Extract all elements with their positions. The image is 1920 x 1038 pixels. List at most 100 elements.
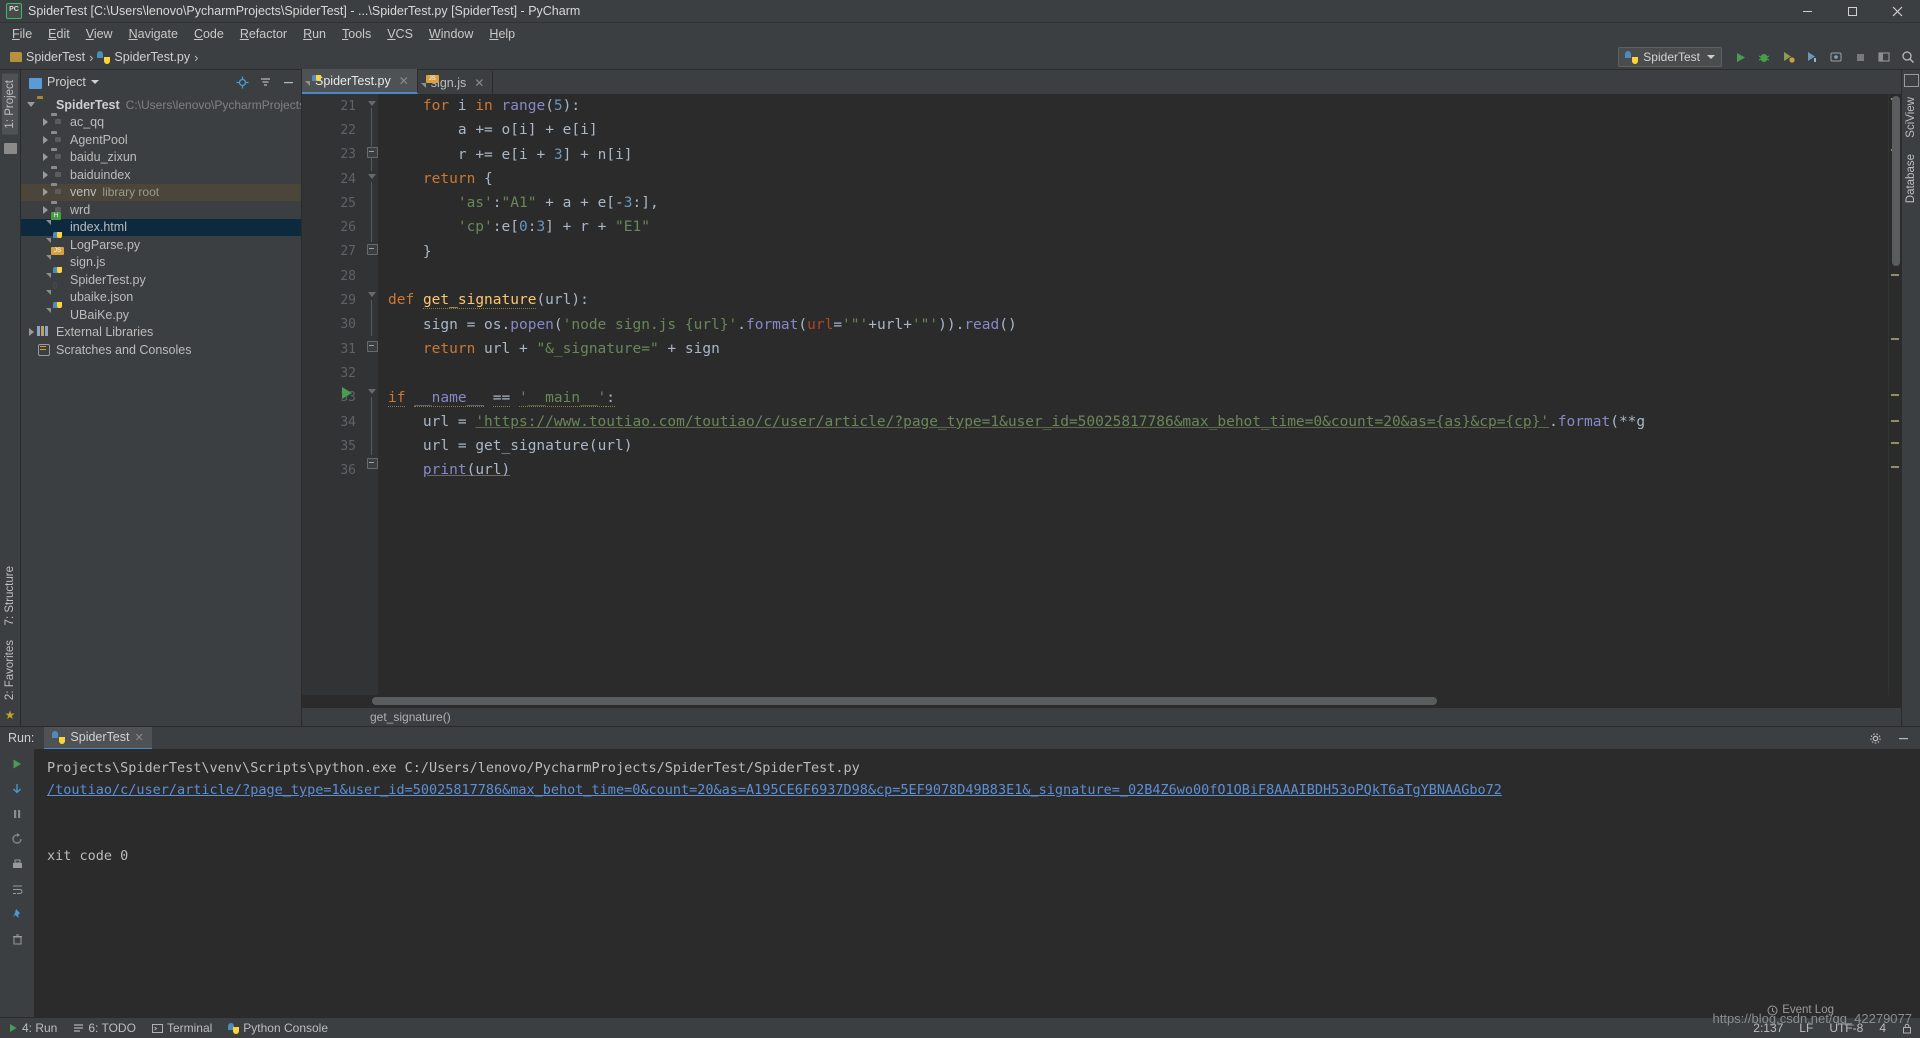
close-icon[interactable]: ✕: [134, 731, 143, 744]
tree-item-ubaike-py[interactable]: UBaiKe.py: [21, 301, 301, 324]
code-editor[interactable]: 21 22 23 24 25 26 27 28 29 30 31 32 33 34 35 36: [302, 94, 1901, 695]
chevron-down-icon[interactable]: [25, 96, 37, 113]
project-tree[interactable]: SpiderTest C:\Users\lenovo\PycharmProject…: [21, 94, 301, 726]
pause-icon[interactable]: [7, 805, 27, 823]
pin-icon[interactable]: [7, 905, 27, 923]
fold-arrow-icon[interactable]: [367, 174, 376, 179]
trash-icon[interactable]: [7, 930, 27, 948]
code-line-21[interactable]: for i in range(5):: [378, 94, 1888, 118]
tree-item-ac-qq[interactable]: ac_qq: [21, 114, 301, 132]
fold-arrow-icon[interactable]: [367, 101, 376, 106]
run-configuration-selector[interactable]: SpiderTest: [1618, 47, 1722, 67]
search-icon[interactable]: [1897, 47, 1919, 67]
code-line-32[interactable]: [378, 361, 1888, 385]
minimize-button[interactable]: [1785, 0, 1830, 22]
fold-marker-icon[interactable]: [367, 147, 378, 158]
close-button[interactable]: [1875, 0, 1920, 22]
code-line-30[interactable]: sign = os.popen('node sign.js {url}'.for…: [378, 313, 1888, 337]
tree-item-baidu-zixun[interactable]: baidu_zixun: [21, 149, 301, 167]
chevron-right-icon[interactable]: [39, 166, 51, 183]
fold-marker-icon[interactable]: [367, 244, 378, 255]
print-icon[interactable]: [7, 855, 27, 873]
horizontal-scrollbar-track[interactable]: [302, 695, 1901, 707]
run-tab-spidertest[interactable]: SpiderTest ✕: [44, 726, 152, 750]
menu-item-view[interactable]: View: [78, 25, 121, 43]
stop-icon[interactable]: [1849, 47, 1871, 67]
menu-item-edit[interactable]: Edit: [40, 25, 78, 43]
sidebar-tab-project[interactable]: 1: Project: [2, 74, 18, 135]
close-icon[interactable]: ✕: [399, 74, 409, 88]
code-content[interactable]: for i in range(5): a += o[i] + e[i] r +=…: [378, 94, 1888, 695]
gear-icon[interactable]: [1866, 729, 1884, 747]
tree-item-agentpool[interactable]: AgentPool: [21, 131, 301, 149]
status-todo-button[interactable]: 6: TODO: [65, 1021, 144, 1035]
tree-item-spidertest-py[interactable]: SpiderTest.py: [21, 266, 301, 289]
editor-status-breadcrumb[interactable]: get_signature(): [302, 707, 1901, 726]
code-line-31[interactable]: return url + "&_signature=" + sign: [378, 337, 1888, 361]
status-run-button[interactable]: 4: Run: [0, 1021, 65, 1035]
sidebar-tab-structure[interactable]: 7: Structure: [2, 560, 18, 631]
fold-marker-icon[interactable]: [367, 341, 378, 352]
menu-item-refactor[interactable]: Refactor: [232, 25, 295, 43]
close-icon[interactable]: ✕: [474, 76, 484, 90]
code-line-28[interactable]: [378, 264, 1888, 288]
attach-icon[interactable]: [1825, 47, 1847, 67]
folder-icon[interactable]: [3, 142, 17, 154]
hide-panel-icon[interactable]: [279, 73, 297, 91]
menu-item-tools[interactable]: Tools: [334, 25, 379, 43]
status-terminal-button[interactable]: Terminal: [144, 1021, 220, 1035]
code-line-23[interactable]: r += e[i + 3] + n[i]: [378, 143, 1888, 167]
scroll-down-icon[interactable]: [7, 780, 27, 798]
breadcrumb-file[interactable]: SpiderTest.py: [93, 50, 194, 64]
tree-item-baiduindex[interactable]: baiduindex: [21, 166, 301, 184]
tree-item-spidertest[interactable]: SpiderTest C:\Users\lenovo\PycharmProject…: [21, 96, 301, 114]
menu-item-window[interactable]: Window: [421, 25, 481, 43]
layout-icon[interactable]: [1873, 47, 1895, 67]
status-python-console-button[interactable]: Python Console: [220, 1021, 336, 1035]
editor-tab-sign-js[interactable]: JS sign.js ✕: [417, 71, 494, 94]
code-line-35[interactable]: url = get_signature(url): [378, 434, 1888, 458]
tree-item-venv[interactable]: venv library root: [21, 183, 301, 201]
run-icon[interactable]: [1729, 47, 1751, 67]
profile-icon[interactable]: [1801, 47, 1823, 67]
fold-gutter[interactable]: [342, 94, 378, 695]
grid-icon[interactable]: [1903, 74, 1919, 87]
debug-icon[interactable]: [1753, 47, 1775, 67]
locate-icon[interactable]: [233, 73, 251, 91]
run-console-output[interactable]: Projects\SpiderTest\venv\Scripts\python.…: [35, 749, 1920, 1017]
collapse-all-icon[interactable]: [256, 73, 274, 91]
menu-item-run[interactable]: Run: [295, 25, 334, 43]
fold-arrow-icon[interactable]: [367, 389, 376, 394]
code-line-25[interactable]: 'as':"A1" + a + e[-3:],: [378, 191, 1888, 215]
tree-item-ubaike-json[interactable]: {} ubaike.json: [21, 283, 301, 307]
chevron-down-icon[interactable]: [90, 80, 99, 84]
run-line-icon[interactable]: [342, 387, 352, 399]
menu-item-navigate[interactable]: Navigate: [121, 25, 186, 43]
editor-tab-spidertest-py[interactable]: SpiderTest.py ✕: [302, 69, 418, 94]
menu-item-code[interactable]: Code: [186, 25, 232, 43]
tree-item-index-html[interactable]: Hindex.html: [21, 212, 301, 236]
minimize-icon[interactable]: [1894, 729, 1912, 747]
tree-item-scratches-and-consoles[interactable]: Scratches and Consoles: [21, 341, 301, 359]
menu-item-help[interactable]: Help: [481, 25, 523, 43]
code-line-29[interactable]: def get_signature(url):: [378, 288, 1888, 312]
tree-item-wrd[interactable]: wrd: [21, 201, 301, 219]
menu-item-vcs[interactable]: VCS: [379, 25, 421, 43]
chevron-right-icon[interactable]: [25, 324, 37, 341]
maximize-button[interactable]: [1830, 0, 1875, 22]
breadcrumb-project[interactable]: SpiderTest: [6, 50, 89, 64]
vertical-scrollbar[interactable]: [1892, 96, 1900, 266]
code-line-22[interactable]: a += o[i] + e[i]: [378, 118, 1888, 142]
sidebar-tab-sciview[interactable]: SciView: [1903, 91, 1919, 144]
tree-item-external-libraries[interactable]: External Libraries: [21, 324, 301, 342]
chevron-right-icon[interactable]: [39, 201, 51, 218]
marker-column[interactable]: [1888, 94, 1901, 695]
chevron-right-icon[interactable]: [39, 149, 51, 166]
code-line-34[interactable]: url = 'https://www.toutiao.com/toutiao/c…: [378, 410, 1888, 434]
run-icon[interactable]: [7, 755, 27, 773]
coverage-icon[interactable]: [1777, 47, 1799, 67]
soft-wrap-icon[interactable]: [7, 880, 27, 898]
rerun-icon[interactable]: [7, 830, 27, 848]
tree-item-sign-js[interactable]: JS sign.js: [21, 247, 301, 272]
chevron-right-icon[interactable]: [39, 131, 51, 148]
